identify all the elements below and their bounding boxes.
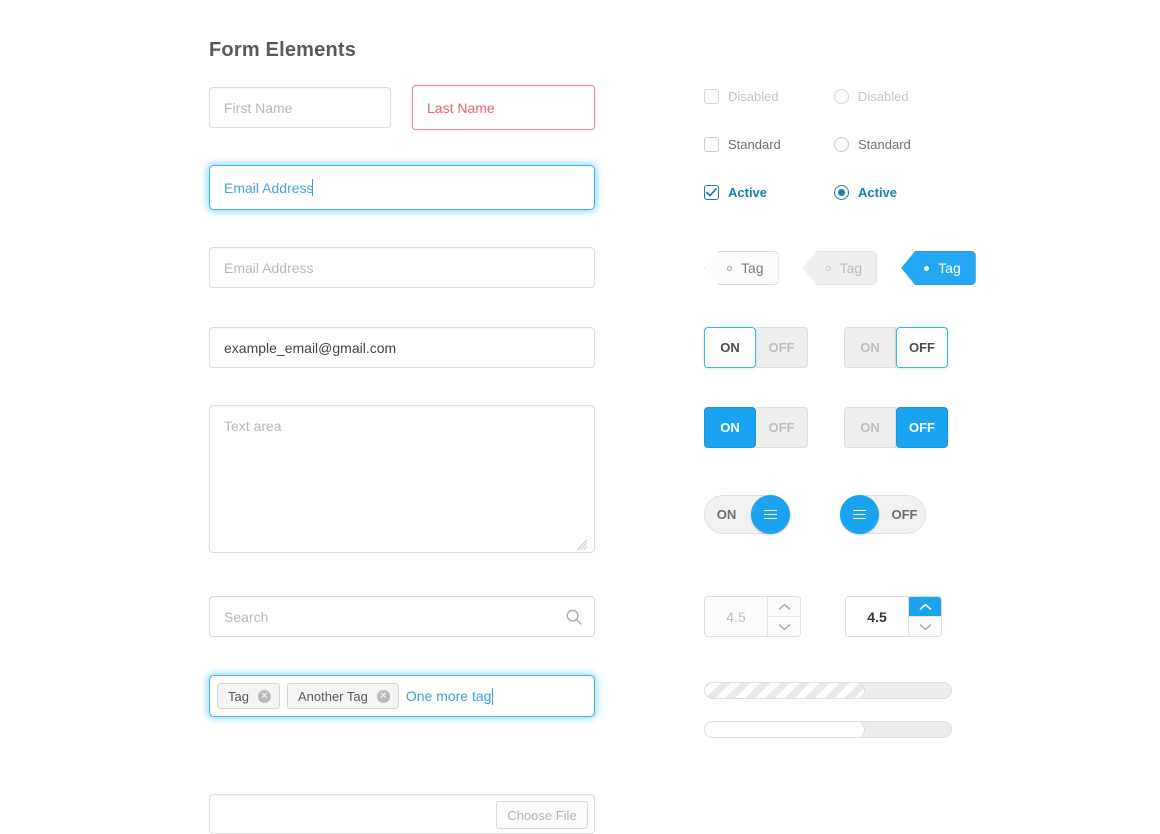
search-icon[interactable]: [565, 608, 583, 626]
grip-line: [853, 513, 866, 516]
tag-typing-area[interactable]: One more tag: [405, 687, 494, 705]
grip-line: [764, 513, 777, 516]
grip-line: [853, 509, 866, 512]
close-circle-icon[interactable]: ✕: [376, 689, 390, 703]
text-caret: [312, 179, 313, 196]
page-title: Form Elements: [209, 39, 357, 61]
toggle-fill-off[interactable]: ON OFF: [844, 407, 948, 448]
tag-pill-row: Tag Tag Tag: [704, 251, 976, 285]
grip-line: [764, 509, 777, 512]
stepper-arrows: [767, 597, 800, 636]
tag-pill-active[interactable]: Tag: [901, 251, 976, 285]
checkbox-label: Active: [728, 185, 768, 200]
tag-pill-disabled[interactable]: Tag: [802, 251, 878, 285]
radio-dot: [838, 189, 845, 196]
radio-standard[interactable]: Standard: [834, 137, 911, 152]
switch-off[interactable]: OFF: [840, 495, 926, 534]
radio-label: Disabled: [858, 89, 909, 104]
toggle-on-segment[interactable]: ON: [844, 407, 896, 448]
choose-file-label: Choose File: [507, 807, 577, 823]
toggle-outline-off[interactable]: ON OFF: [844, 327, 948, 368]
checkbox-standard[interactable]: Standard: [704, 137, 781, 152]
grip-line: [853, 517, 866, 520]
email-filled-input[interactable]: [209, 327, 595, 368]
tag-chip[interactable]: Another Tag ✕: [286, 683, 399, 709]
last-name-input[interactable]: [412, 85, 595, 130]
tag-pill-standard[interactable]: Tag: [704, 251, 779, 285]
search-input[interactable]: [209, 596, 595, 637]
progress-fill: [705, 683, 865, 698]
tag-hole-icon: [924, 265, 930, 271]
checkbox-label: Standard: [728, 137, 781, 152]
file-input-field[interactable]: Choose File: [209, 794, 595, 834]
progress-bar-plain[interactable]: [704, 721, 952, 738]
tag-input[interactable]: Tag ✕ Another Tag ✕ One more tag: [209, 675, 595, 717]
checkbox-box-icon[interactable]: [704, 137, 719, 152]
progress-bar-striped[interactable]: [704, 682, 952, 699]
form-elements-page: Form Elements Tag ✕ Another Tag ✕ One mo…: [0, 0, 1160, 834]
radio-circle-icon[interactable]: [834, 137, 849, 152]
name-row: [209, 85, 595, 130]
tag-pill-label: Tag: [938, 260, 961, 276]
tag-pill-label: Tag: [839, 260, 863, 276]
email-focused-input[interactable]: [209, 165, 595, 210]
toggle-fill-on[interactable]: ON OFF: [704, 407, 808, 448]
switch-label: OFF: [891, 507, 918, 522]
checkbox-active[interactable]: Active: [704, 185, 767, 200]
text-caret: [492, 687, 494, 705]
email-plain-input[interactable]: [209, 247, 595, 288]
tag-hole-icon: [825, 265, 831, 271]
toggle-on-segment[interactable]: ON: [844, 327, 896, 368]
radio-circle-icon[interactable]: [834, 89, 849, 104]
progress-fill: [705, 722, 865, 737]
textarea-wrapper: [209, 405, 595, 558]
first-name-input[interactable]: [209, 87, 391, 128]
text-area[interactable]: [209, 405, 595, 553]
radio-label: Active: [858, 185, 898, 200]
chevron-up-icon[interactable]: [768, 597, 800, 617]
checkbox-box-icon[interactable]: [704, 89, 719, 104]
checkbox-disabled[interactable]: Disabled: [704, 89, 779, 104]
chevron-up-icon[interactable]: [909, 597, 941, 617]
grip-line: [764, 517, 777, 520]
switch-knob[interactable]: [751, 495, 790, 534]
search-wrapper: [209, 596, 595, 637]
tag-chip-label: Tag: [228, 688, 249, 704]
toggle-off-segment[interactable]: OFF: [756, 407, 808, 448]
number-stepper-disabled[interactable]: 4.5: [704, 596, 801, 637]
switch-label: ON: [716, 507, 737, 522]
choose-file-button[interactable]: Choose File: [496, 801, 588, 829]
stepper-value[interactable]: 4.5: [846, 597, 908, 636]
tag-chip[interactable]: Tag ✕: [217, 683, 280, 709]
toggle-on-segment[interactable]: ON: [704, 407, 756, 448]
checkbox-label: Disabled: [728, 89, 779, 104]
stepper-arrows: [908, 597, 941, 636]
chevron-down-icon[interactable]: [768, 617, 800, 636]
toggle-on-segment[interactable]: ON: [704, 327, 756, 368]
radio-active[interactable]: Active: [834, 185, 897, 200]
tag-hole-icon: [727, 265, 732, 271]
close-circle-icon[interactable]: ✕: [257, 689, 271, 703]
tag-chip-label: Another Tag: [297, 688, 368, 704]
toggle-outline-on[interactable]: ON OFF: [704, 327, 808, 368]
toggle-off-segment[interactable]: OFF: [756, 327, 808, 368]
toggle-off-segment[interactable]: OFF: [896, 327, 948, 368]
tag-typing-value: One more tag: [405, 688, 492, 704]
number-stepper-active[interactable]: 4.5: [845, 596, 942, 637]
radio-disabled[interactable]: Disabled: [834, 89, 909, 104]
radio-circle-icon[interactable]: [834, 185, 849, 200]
tag-pill-label: Tag: [741, 260, 764, 276]
toggle-off-segment[interactable]: OFF: [896, 407, 948, 448]
stepper-value[interactable]: 4.5: [705, 597, 767, 636]
switch-on[interactable]: ON: [704, 495, 790, 534]
radio-label: Standard: [858, 137, 911, 152]
switch-knob[interactable]: [840, 495, 879, 534]
check-icon: [706, 188, 717, 197]
chevron-down-icon[interactable]: [909, 617, 941, 636]
checkbox-box-icon[interactable]: [704, 185, 719, 200]
